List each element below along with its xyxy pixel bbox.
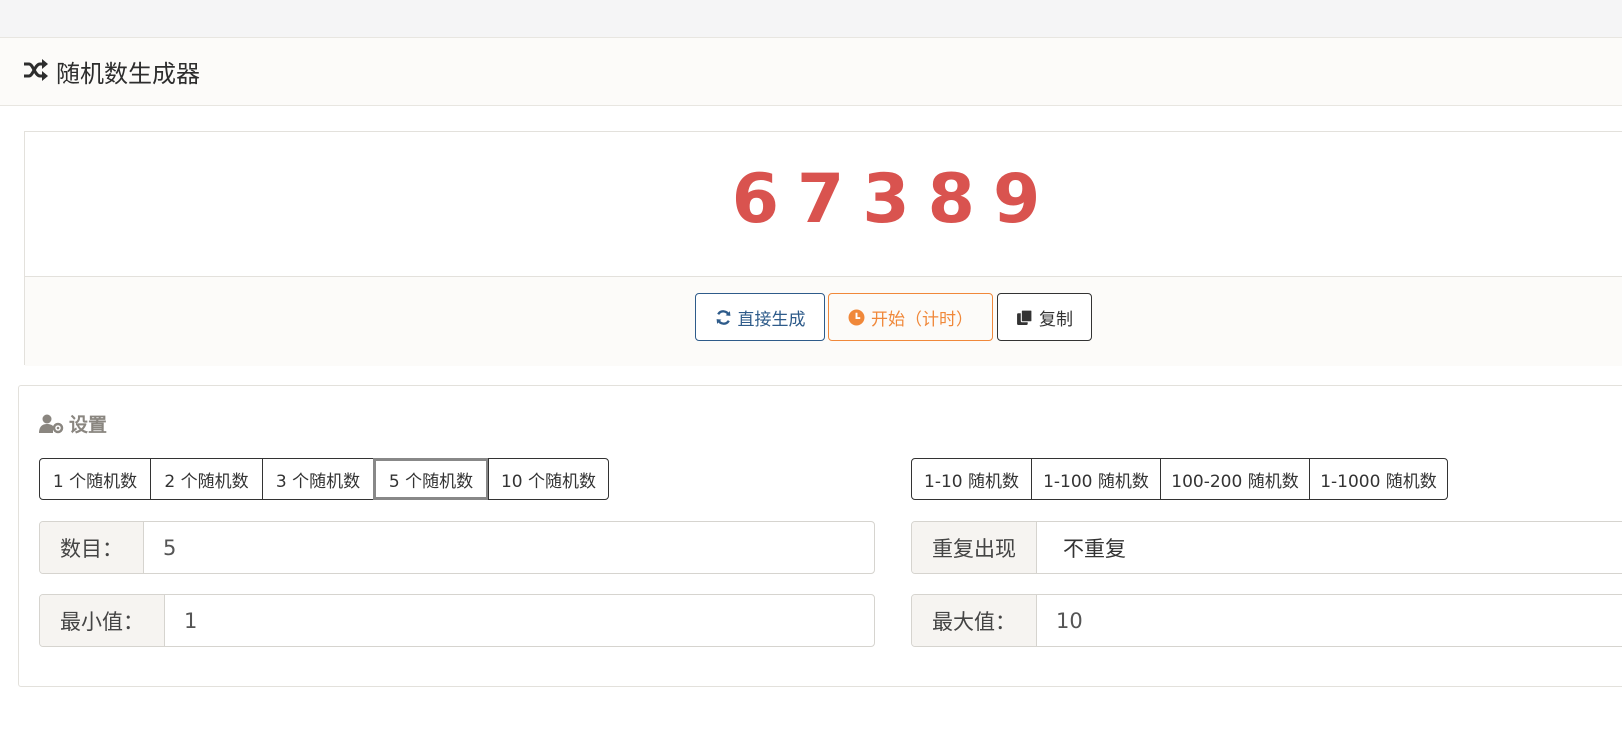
copy-button[interactable]: 复制 [997,293,1092,341]
min-input-group: 最小值： 1 [39,594,875,647]
repeat-select[interactable]: 不重复 [1037,522,1622,573]
count-preset-1[interactable]: 1 个随机数 [39,458,151,500]
user-gear-icon [39,414,64,433]
refresh-icon [716,309,730,325]
count-preset-5[interactable]: 5 个随机数 [373,458,489,500]
range-preset-1-100[interactable]: 1-100 随机数 [1031,458,1161,500]
min-label: 最小值： [40,595,165,646]
page-title: 随机数生成器 [56,60,200,88]
copy-label: 复制 [1039,309,1073,330]
repeat-input-group: 重复出现 不重复 [911,521,1622,574]
clock-icon [848,309,865,325]
count-preset-3[interactable]: 3 个随机数 [262,458,374,500]
range-preset-1-1000[interactable]: 1-1000 随机数 [1309,458,1448,500]
result-panel: 67389 直接生成 开始（计时） 复制 [24,131,1622,366]
page-header: 随机数生成器 [0,37,1622,106]
start-timer-button[interactable]: 开始（计时） [828,293,993,341]
range-preset-100-200[interactable]: 100-200 随机数 [1160,458,1310,500]
generate-label: 直接生成 [737,309,806,330]
repeat-label: 重复出现 [912,522,1037,573]
settings-title-label: 设置 [69,414,108,436]
count-preset-2[interactable]: 2 个随机数 [150,458,263,500]
result-number: 67389 [731,160,1059,239]
copy-icon [1017,309,1033,325]
start-label: 开始（计时） [871,309,973,330]
count-input-group: 数目： 5 [39,521,875,574]
count-preset-10[interactable]: 10 个随机数 [488,458,609,500]
range-preset-group: 1-10 随机数 1-100 随机数 100-200 随机数 1-1000 随机… [911,458,1448,500]
settings-title: 设置 [39,410,107,437]
count-preset-group: 1 个随机数 2 个随机数 3 个随机数 5 个随机数 10 个随机数 [39,458,609,500]
count-label: 数目： [40,522,144,573]
shuffle-icon [24,59,48,81]
max-input-group: 最大值： 10 [911,594,1622,647]
max-label: 最大值： [912,595,1037,646]
count-input[interactable]: 5 [144,522,874,573]
min-input[interactable]: 1 [165,595,874,646]
max-input[interactable]: 10 [1037,595,1622,646]
generate-button[interactable]: 直接生成 [695,293,825,341]
browser-top-strip [0,0,1622,38]
range-preset-1-10[interactable]: 1-10 随机数 [911,458,1032,500]
result-actions: 直接生成 开始（计时） 复制 [25,276,1622,366]
settings-panel: 设置 1 个随机数 2 个随机数 3 个随机数 5 个随机数 10 个随机数 1… [18,385,1622,687]
